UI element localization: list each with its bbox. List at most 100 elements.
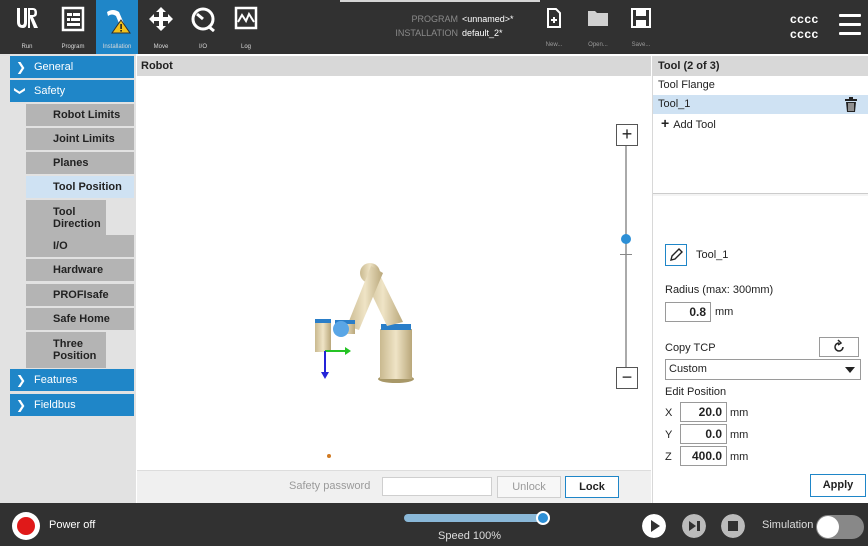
item-label: Robot Limits — [53, 109, 121, 121]
installation-sidebar: ❯ General ❯ Safety Robot Limits Joint Li… — [0, 54, 136, 503]
user-line-2: cccc — [790, 27, 819, 41]
nav-label: Move — [153, 44, 169, 50]
section-label: Safety — [34, 85, 66, 97]
zoom-in-button[interactable]: + — [616, 124, 638, 146]
power-button[interactable] — [12, 512, 40, 540]
radius-label: Radius (max: 300mm) — [665, 284, 774, 296]
copy-tcp-select[interactable]: Custom — [665, 359, 861, 380]
sidebar-item-safe-home[interactable]: Safe Home — [26, 308, 134, 330]
play-icon[interactable] — [642, 514, 666, 538]
zoom-slider-track[interactable] — [625, 146, 627, 368]
simulation-label: Simulation — [762, 519, 814, 531]
z-unit: mm — [730, 451, 749, 463]
top-accent-line — [340, 0, 540, 2]
nav-label: I/O — [198, 44, 207, 50]
nav-log-button[interactable]: Log — [225, 0, 267, 54]
nav-move-button[interactable]: Move — [140, 0, 182, 54]
item-label: Three Position — [53, 338, 97, 362]
zoom-slider-tick — [620, 254, 632, 255]
plus-icon: + — [661, 115, 670, 131]
z-position-input[interactable]: 400.0 — [680, 446, 727, 466]
user-info[interactable]: cccc cccc — [790, 12, 819, 42]
robot-3d-view[interactable]: + − — [137, 76, 651, 468]
speed-slider-thumb[interactable] — [536, 511, 550, 525]
sidebar-section-fieldbus[interactable]: ❯ Fieldbus — [10, 394, 134, 416]
chevron-right-icon: ❯ — [16, 60, 27, 74]
save-disk-icon — [631, 8, 651, 28]
sidebar-item-profisafe[interactable]: PROFIsafe — [26, 284, 134, 306]
zoom-slider-thumb[interactable] — [621, 234, 631, 244]
speed-slider-track[interactable] — [404, 514, 546, 522]
add-tool-button[interactable]: + Add Tool — [653, 114, 868, 135]
edit-position-label: Edit Position — [665, 386, 727, 398]
safety-password-label: Safety password — [289, 480, 371, 492]
step-icon[interactable] — [682, 514, 706, 538]
selected-tool-name: Tool_1 — [696, 249, 729, 261]
program-icon — [61, 6, 85, 32]
save-button[interactable]: Save... — [624, 8, 658, 48]
sidebar-item-tool-position[interactable]: Tool Position — [26, 176, 134, 198]
save-label: Save... — [631, 42, 651, 48]
polyscope-app: Run Program Installation Move I/O Log PR… — [0, 0, 868, 546]
y-position-input[interactable]: 0.0 — [680, 424, 727, 444]
sidebar-section-safety[interactable]: ❯ Safety — [10, 80, 134, 102]
sidebar-item-hardware[interactable]: Hardware — [26, 259, 134, 281]
radius-input[interactable]: 0.8 — [665, 302, 711, 322]
copy-tcp-selected-value: Custom — [669, 363, 707, 375]
ur-logo-icon — [17, 8, 38, 28]
y-axis-label: Y — [665, 429, 673, 441]
sidebar-section-general[interactable]: ❯ General — [10, 56, 134, 78]
add-tool-label: Add Tool — [673, 119, 716, 131]
y-unit: mm — [730, 429, 749, 441]
nav-program-button[interactable]: Program — [52, 0, 94, 54]
safety-password-bar: Safety password Unlock Lock — [137, 470, 651, 503]
nav-installation-button[interactable]: Installation — [96, 0, 138, 54]
copy-tcp-button[interactable] — [819, 337, 859, 357]
sidebar-item-planes[interactable]: Planes — [26, 152, 134, 174]
tool-row-label: Tool Flange — [658, 79, 715, 91]
view-header: Robot — [137, 56, 651, 76]
apply-button[interactable]: Apply — [810, 474, 866, 497]
trash-icon[interactable] — [845, 97, 857, 112]
nav-io-button[interactable]: I/O — [182, 0, 224, 54]
item-label: I/O — [53, 240, 68, 252]
sidebar-item-tool-direction[interactable]: Tool Direction — [26, 200, 106, 236]
pencil-icon — [670, 248, 683, 261]
sidebar-section-features[interactable]: ❯ Features — [10, 369, 134, 391]
safety-password-input[interactable] — [382, 477, 492, 496]
item-label: Tool Position — [53, 181, 122, 193]
simulation-toggle[interactable] — [816, 515, 864, 539]
footer-bar: Power off Speed 100% Simulation — [0, 503, 868, 546]
hamburger-menu-icon[interactable] — [839, 14, 861, 38]
sidebar-item-three-position[interactable]: Three Position — [26, 332, 106, 368]
unlock-button[interactable]: Unlock — [497, 476, 561, 498]
nav-run-button[interactable]: Run — [6, 0, 48, 54]
item-label: PROFIsafe — [53, 289, 109, 301]
sidebar-item-robot-limits[interactable]: Robot Limits — [26, 104, 134, 126]
nav-label: Log — [240, 44, 251, 50]
zoom-out-button[interactable]: − — [616, 367, 638, 389]
stop-icon[interactable] — [721, 514, 745, 538]
item-label: Joint Limits — [53, 133, 115, 145]
lock-button[interactable]: Lock — [565, 476, 619, 498]
open-label: Open... — [588, 42, 608, 48]
tool-list: Tool Flange Tool_1 + Add Tool — [653, 76, 868, 194]
x-position-input[interactable]: 20.0 — [680, 402, 727, 422]
tool-row-tool-1[interactable]: Tool_1 — [653, 95, 868, 114]
item-label: Safe Home — [53, 313, 110, 325]
installation-key: INSTALLATION — [395, 28, 458, 38]
sidebar-item-io[interactable]: I/O — [26, 235, 134, 257]
tool-row-flange[interactable]: Tool Flange — [653, 76, 868, 95]
chevron-right-icon: ❯ — [16, 398, 27, 412]
rename-tool-button[interactable] — [665, 244, 687, 266]
new-button[interactable]: New... — [537, 8, 571, 48]
sidebar-item-joint-limits[interactable]: Joint Limits — [26, 128, 134, 150]
dropdown-caret-icon — [845, 367, 855, 373]
log-chart-icon — [234, 6, 258, 30]
new-label: New... — [545, 42, 563, 48]
open-button[interactable]: Open... — [581, 8, 615, 48]
tool-edit-area: Tool_1 Radius (max: 300mm) 0.8 mm Copy T… — [653, 196, 868, 503]
tool-panel-title: Tool (2 of 3) — [653, 56, 868, 76]
io-gauge-icon — [191, 7, 215, 33]
top-bar: Run Program Installation Move I/O Log PR… — [0, 0, 868, 54]
